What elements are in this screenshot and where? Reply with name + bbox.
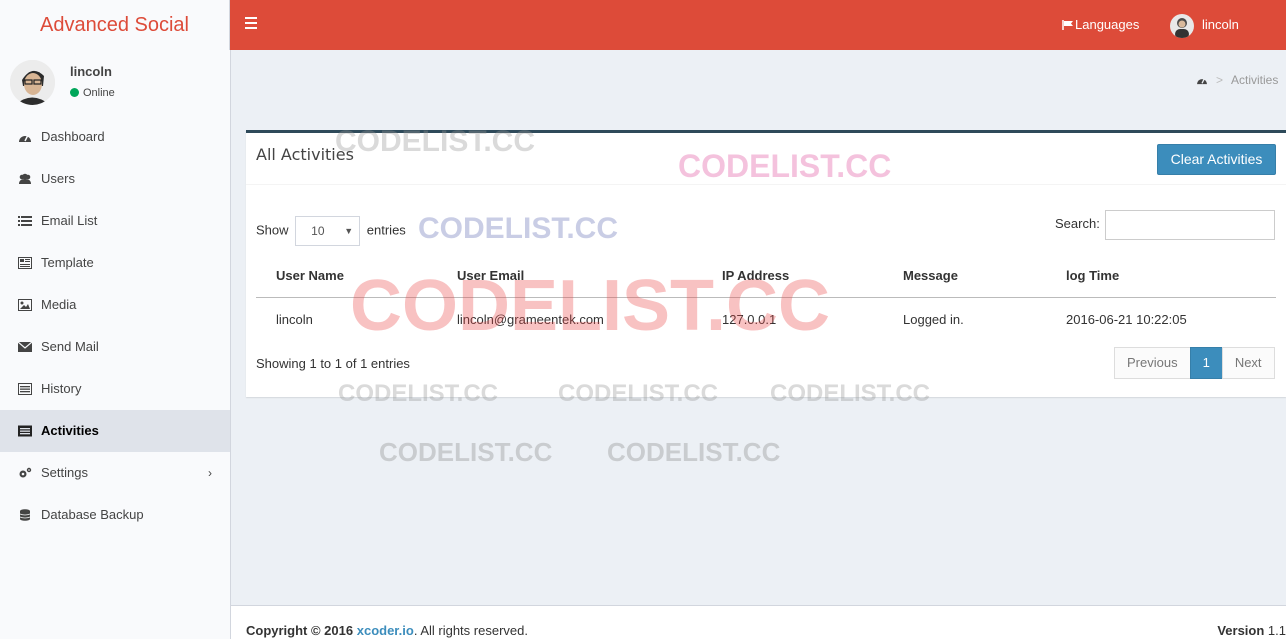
sidebar-item-email-list[interactable]: Email List <box>0 200 230 242</box>
flag-icon <box>1062 20 1073 30</box>
sidebar-item-label: Activities <box>41 423 99 438</box>
sidebar-user-name: lincoln <box>70 64 112 79</box>
footer: Copyright © 2016 xcoder.io. All rights r… <box>231 605 1286 639</box>
sidebar: lincoln Online Dashboard Users Email Lis… <box>0 50 231 639</box>
languages-menu[interactable]: Languages <box>1062 17 1139 32</box>
user-status: Online <box>70 87 115 99</box>
activities-icon <box>18 425 32 437</box>
cell-log-time: 2016-06-21 10:22:05 <box>1066 311 1187 327</box>
cell-user-email: lincoln@grameentek.com <box>457 311 604 327</box>
sidebar-item-settings[interactable]: Settings › <box>0 452 230 494</box>
sidebar-item-label: History <box>41 381 82 396</box>
template-icon <box>18 257 32 269</box>
sidebar-item-label: Template <box>41 255 94 270</box>
breadcrumb-separator: > <box>1216 73 1224 87</box>
activities-box: All Activities Clear Activities Show 10 ▼… <box>246 130 1286 397</box>
page-title: All Activities <box>256 145 354 164</box>
table-info: Showing 1 to 1 of 1 entries <box>256 356 410 371</box>
sidebar-item-label: Users <box>41 171 75 186</box>
previous-button[interactable]: Previous <box>1114 347 1191 379</box>
sidebar-item-label: Send Mail <box>41 339 99 354</box>
online-dot-icon <box>70 88 79 97</box>
user-menu[interactable]: lincoln <box>1170 13 1239 38</box>
page-length-control: Show 10 ▼ entries <box>256 216 406 246</box>
next-button[interactable]: Next <box>1221 347 1275 379</box>
sidebar-item-label: Email List <box>41 213 98 228</box>
show-label: Show <box>256 222 289 238</box>
cell-message: Logged in. <box>903 311 964 327</box>
cell-user-name: lincoln <box>276 311 313 327</box>
sidebar-item-template[interactable]: Template <box>0 242 230 284</box>
search-input[interactable] <box>1105 209 1276 240</box>
entries-select-value: 10 <box>311 224 325 238</box>
cell-ip-address: 127.0.0.1 <box>722 311 777 327</box>
column-header-user-email[interactable]: User Email <box>437 254 702 298</box>
dashboard-icon <box>19 134 31 142</box>
version: Version 1.1 <box>1217 623 1286 638</box>
sidebar-item-send-mail[interactable]: Send Mail <box>0 326 230 368</box>
sidebar-item-label: Settings <box>41 465 88 480</box>
avatar <box>10 60 55 105</box>
entries-select[interactable]: 10 ▼ <box>295 216 361 246</box>
breadcrumb: > Activities <box>1196 73 1278 87</box>
sidebar-item-history[interactable]: History <box>0 368 230 410</box>
caret-down-icon: ▼ <box>344 226 354 236</box>
user-status-label: Online <box>83 87 115 99</box>
footer-link[interactable]: xcoder.io <box>357 623 414 638</box>
avatar <box>1170 13 1194 38</box>
watermark: CODELIST.CC <box>379 437 553 467</box>
copyright-text: Copyright © 2016 <box>246 623 354 638</box>
entries-label: entries <box>366 222 406 238</box>
column-header-log-time[interactable]: log Time <box>1046 254 1276 298</box>
search-label: Search: <box>1055 216 1100 231</box>
image-icon <box>18 299 32 311</box>
user-panel: lincoln Online <box>0 50 230 116</box>
list-icon <box>18 216 32 226</box>
languages-label: Languages <box>1075 17 1140 32</box>
table-row: lincoln lincoln@grameentek.com 127.0.0.1… <box>256 297 1276 341</box>
divider <box>246 184 1286 185</box>
table-header-row: User Name User Email IP Address Message … <box>256 254 1276 298</box>
breadcrumb-current: Activities <box>1231 73 1279 87</box>
sidebar-item-dashboard[interactable]: Dashboard <box>0 116 230 158</box>
database-icon <box>19 509 31 521</box>
search-control: Search: <box>1055 209 1276 240</box>
chevron-right-icon: › <box>208 466 212 480</box>
sidebar-item-users[interactable]: Users <box>0 158 230 200</box>
header-user-name: lincoln <box>1202 17 1239 32</box>
dashboard-icon[interactable] <box>1196 75 1208 85</box>
sidebar-item-label: Database Backup <box>41 507 144 522</box>
clear-activities-button[interactable]: Clear Activities <box>1157 144 1276 175</box>
sidebar-item-label: Dashboard <box>41 129 105 144</box>
app-logo[interactable]: Advanced Social <box>0 0 230 50</box>
watermark: CODELIST.CC <box>607 437 781 467</box>
sidebar-item-database-backup[interactable]: Database Backup <box>0 494 230 536</box>
rights-text: . All rights reserved. <box>413 623 528 638</box>
sidebar-item-media[interactable]: Media <box>0 284 230 326</box>
history-icon <box>18 383 32 395</box>
pagination: Previous 1 Next <box>1114 347 1275 379</box>
gears-icon <box>19 467 32 478</box>
version-label: Version <box>1217 623 1265 638</box>
sidebar-item-label: Media <box>41 297 77 312</box>
page-button-1[interactable]: 1 <box>1189 347 1223 379</box>
copyright: Copyright © 2016 xcoder.io. All rights r… <box>246 623 528 638</box>
version-number: 1.1 <box>1267 623 1286 638</box>
sidebar-item-activities[interactable]: Activities <box>0 410 230 452</box>
top-navbar: Languages lincoln <box>230 0 1286 50</box>
app-brand: Advanced Social <box>40 14 189 36</box>
sidebar-toggle-icon[interactable] <box>245 17 257 31</box>
activities-table: User Name User Email IP Address Message … <box>256 254 1276 341</box>
envelope-icon <box>18 341 32 352</box>
column-header-user-name[interactable]: User Name <box>256 254 437 298</box>
column-header-ip-address[interactable]: IP Address <box>702 254 883 298</box>
column-header-message[interactable]: Message <box>883 254 1046 298</box>
users-icon <box>19 173 31 184</box>
